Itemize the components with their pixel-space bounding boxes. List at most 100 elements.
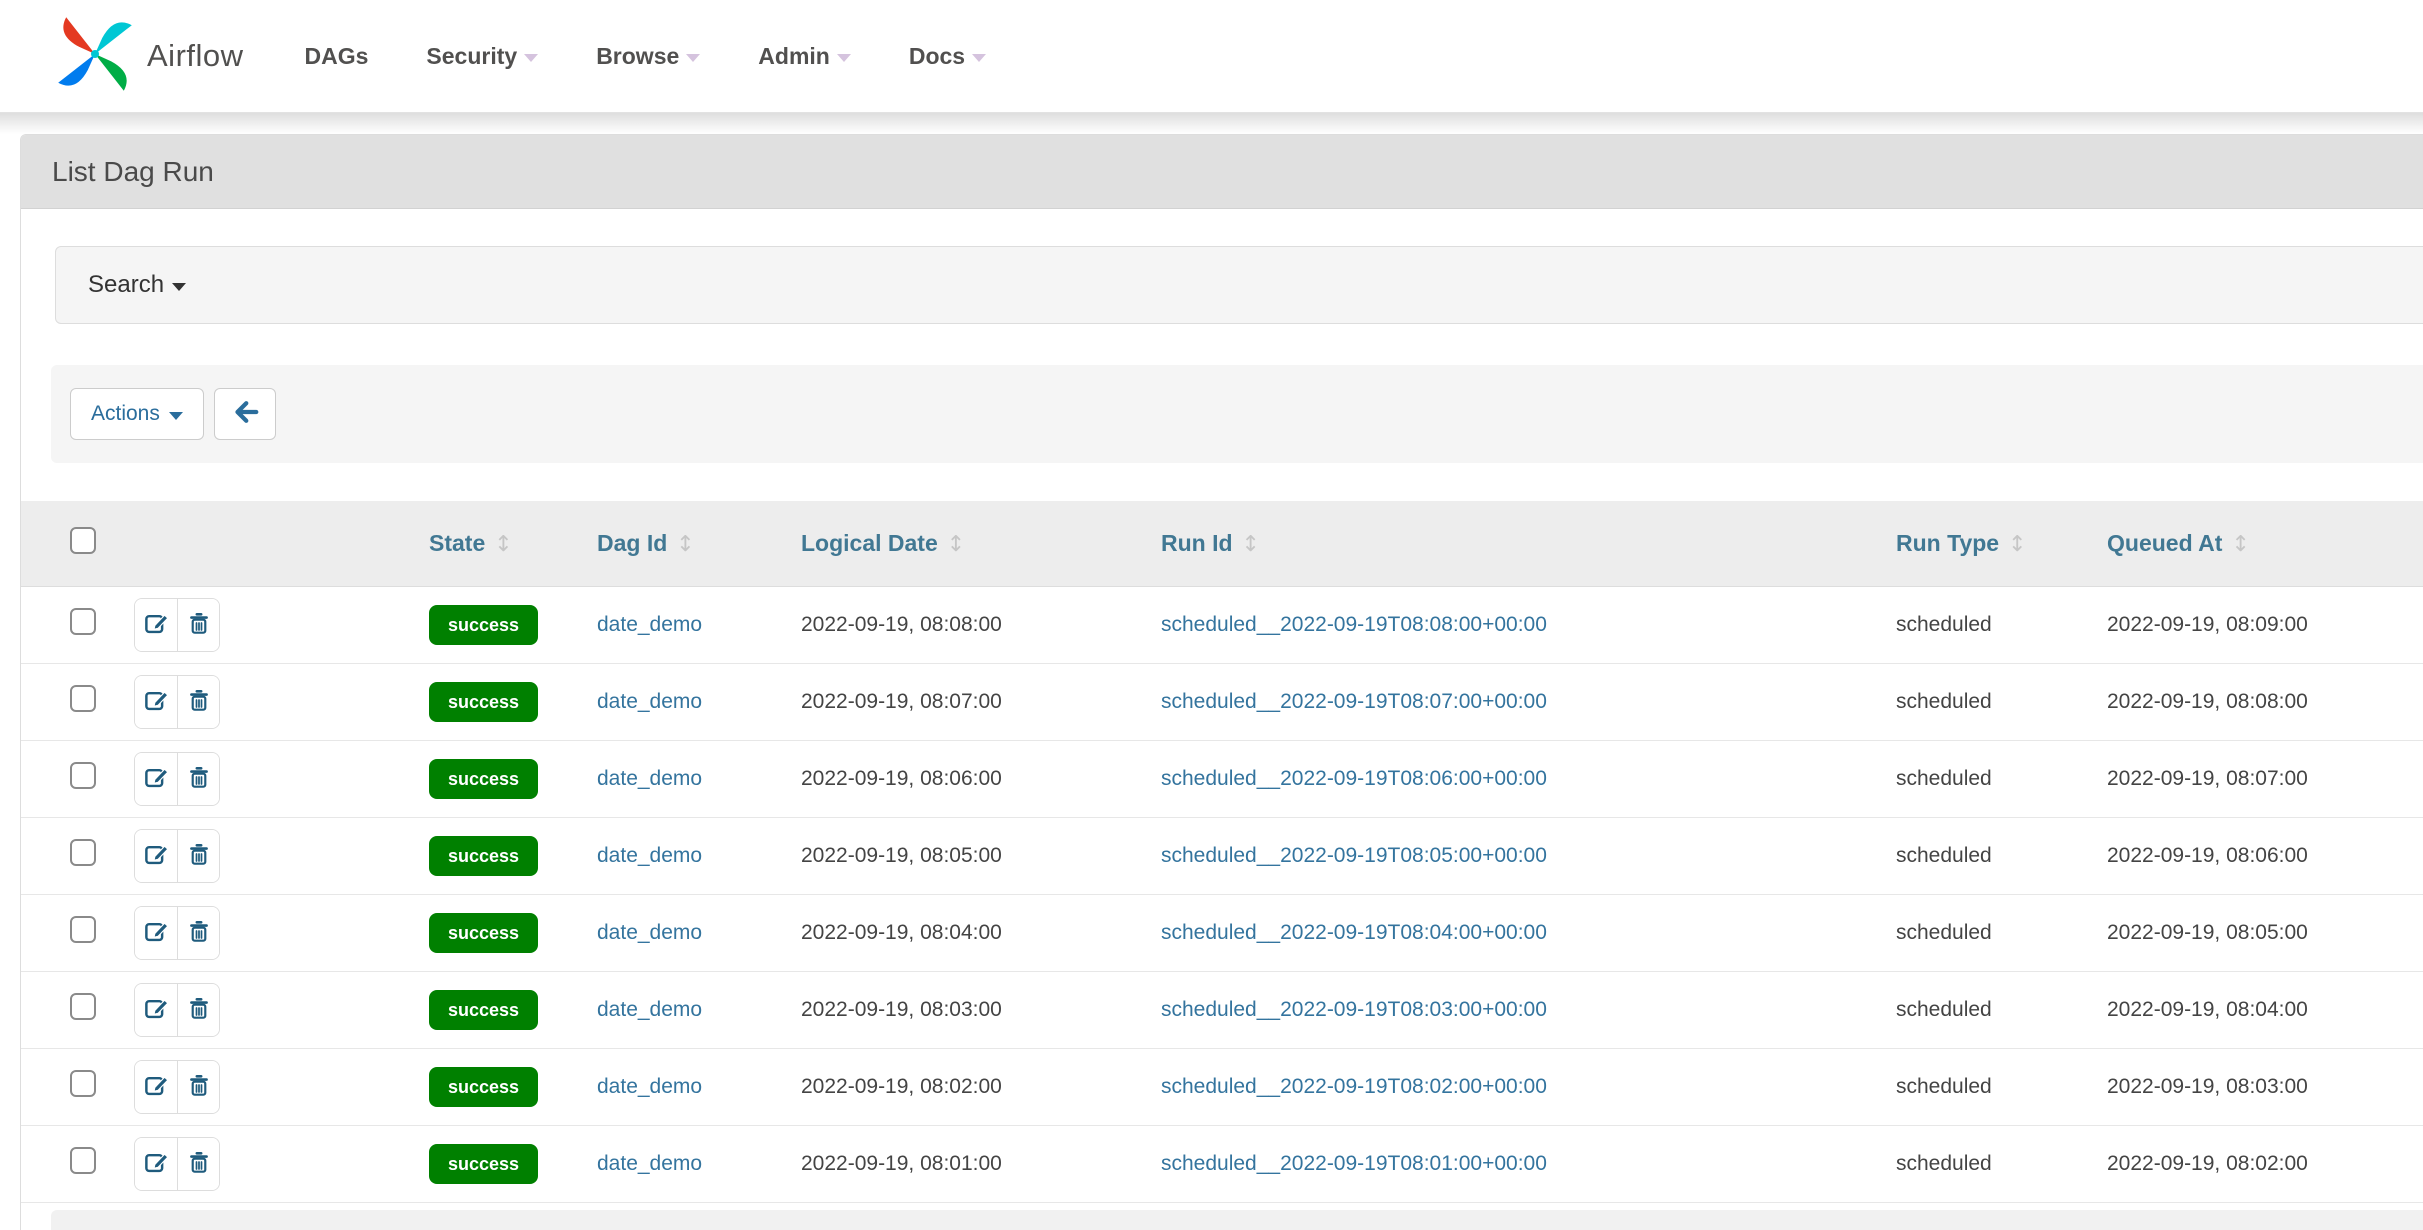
chevron-down-icon (524, 54, 538, 62)
nav-item-dags[interactable]: DAGs (276, 43, 398, 70)
row-checkbox[interactable] (70, 762, 96, 789)
sort-updown-icon[interactable]: ↕ (2231, 532, 2249, 557)
logical-date-value: 2022-09-19, 08:06:00 (801, 767, 1002, 790)
trash-icon (186, 918, 212, 948)
nav-menu: DAGs Security Browse Admin Docs (276, 43, 1016, 70)
dag-id-link[interactable]: date_demo (597, 1152, 702, 1175)
row-checkbox[interactable] (70, 1070, 96, 1097)
delete-button[interactable] (177, 676, 219, 728)
run-id-link[interactable]: scheduled__2022-09-19T08:02:00+00:00 (1161, 1075, 1547, 1098)
actions-label: Actions (91, 402, 160, 426)
logical-date-value: 2022-09-19, 08:07:00 (801, 690, 1002, 713)
delete-button[interactable] (177, 907, 219, 959)
actions-dropdown-button[interactable]: Actions (70, 388, 204, 440)
select-all-checkbox[interactable] (70, 527, 96, 554)
dag-id-link[interactable]: date_demo (597, 844, 702, 867)
queued-at-value: 2022-09-19, 08:05:00 (2107, 921, 2308, 944)
edit-button[interactable] (135, 753, 177, 805)
search-label: Search (88, 271, 164, 299)
trash-icon (186, 1072, 212, 1102)
column-header-dag_id[interactable]: Dag Id↕ (587, 501, 791, 586)
trash-icon (186, 687, 212, 717)
logical-date-value: 2022-09-19, 08:04:00 (801, 921, 1002, 944)
sort-updown-icon[interactable]: ↕ (494, 532, 512, 557)
dag-id-link[interactable]: date_demo (597, 690, 702, 713)
row-checkbox[interactable] (70, 916, 96, 943)
run-type-value: scheduled (1896, 1075, 1992, 1098)
airflow-brand[interactable]: Airflow (55, 14, 244, 99)
sort-updown-icon[interactable]: ↕ (947, 532, 965, 557)
row-action-group (134, 1060, 220, 1114)
header-actions-cell (133, 501, 419, 586)
edit-button[interactable] (135, 830, 177, 882)
edit-button[interactable] (135, 1061, 177, 1113)
run-id-link[interactable]: scheduled__2022-09-19T08:06:00+00:00 (1161, 767, 1547, 790)
column-header-logical_date[interactable]: Logical Date↕ (791, 501, 1151, 586)
logical-date-value: 2022-09-19, 08:05:00 (801, 844, 1002, 867)
nav-item-browse[interactable]: Browse (567, 43, 729, 70)
delete-button[interactable] (177, 753, 219, 805)
status-badge: success (429, 913, 538, 953)
column-header-run_id[interactable]: Run Id↕ (1151, 501, 1884, 586)
dag-id-link[interactable]: date_demo (597, 998, 702, 1021)
run-id-link[interactable]: scheduled__2022-09-19T08:03:00+00:00 (1161, 998, 1547, 1021)
sort-updown-icon[interactable]: ↕ (2008, 532, 2026, 557)
table-row: success date_demo 2022-09-19, 08:02:00 s… (21, 1048, 2423, 1125)
edit-button[interactable] (135, 676, 177, 728)
edit-button[interactable] (135, 984, 177, 1036)
run-id-link[interactable]: scheduled__2022-09-19T08:07:00+00:00 (1161, 690, 1547, 713)
delete-button[interactable] (177, 1138, 219, 1190)
edit-pencil-square-icon (143, 918, 170, 948)
status-badge: success (429, 1067, 538, 1107)
nav-item-admin[interactable]: Admin (729, 43, 880, 70)
delete-button[interactable] (177, 599, 219, 651)
edit-button[interactable] (135, 1138, 177, 1190)
navbar-shadow (0, 113, 2423, 134)
column-header-state[interactable]: State↕ (419, 501, 587, 586)
nav-item-docs[interactable]: Docs (880, 43, 1015, 70)
table-row: success date_demo 2022-09-19, 08:01:00 s… (21, 1125, 2423, 1202)
status-badge: success (429, 836, 538, 876)
edit-button[interactable] (135, 599, 177, 651)
run-id-link[interactable]: scheduled__2022-09-19T08:04:00+00:00 (1161, 921, 1547, 944)
nav-item-security[interactable]: Security (397, 43, 567, 70)
logical-date-value: 2022-09-19, 08:02:00 (801, 1075, 1002, 1098)
dag-id-link[interactable]: date_demo (597, 767, 702, 790)
status-badge: success (429, 605, 538, 645)
table-row: success date_demo 2022-09-19, 08:04:00 s… (21, 894, 2423, 971)
airflow-pinwheel-logo-icon (55, 14, 135, 99)
queued-at-value: 2022-09-19, 08:02:00 (2107, 1152, 2308, 1175)
sort-updown-icon[interactable]: ↕ (1242, 532, 1260, 557)
queued-at-value: 2022-09-19, 08:08:00 (2107, 690, 2308, 713)
run-id-link[interactable]: scheduled__2022-09-19T08:05:00+00:00 (1161, 844, 1547, 867)
search-filter-toggle[interactable]: Search (55, 246, 2423, 324)
column-header-run_type[interactable]: Run Type↕ (1884, 501, 2097, 586)
column-header-queued_at[interactable]: Queued At↕ (2097, 501, 2423, 586)
row-action-group (134, 675, 220, 729)
delete-button[interactable] (177, 1061, 219, 1113)
table-row: success date_demo 2022-09-19, 08:03:00 s… (21, 971, 2423, 1048)
table-row: success date_demo 2022-09-19, 08:05:00 s… (21, 817, 2423, 894)
delete-button[interactable] (177, 984, 219, 1036)
back-button[interactable] (214, 388, 276, 440)
page-title: List Dag Run (52, 156, 214, 188)
run-type-value: scheduled (1896, 921, 1992, 944)
dag-id-link[interactable]: date_demo (597, 921, 702, 944)
dag-id-link[interactable]: date_demo (597, 1075, 702, 1098)
row-checkbox[interactable] (70, 608, 96, 635)
row-checkbox[interactable] (70, 1147, 96, 1174)
row-checkbox[interactable] (70, 685, 96, 712)
queued-at-value: 2022-09-19, 08:04:00 (2107, 998, 2308, 1021)
row-checkbox[interactable] (70, 993, 96, 1020)
status-badge: success (429, 990, 538, 1030)
delete-button[interactable] (177, 830, 219, 882)
edit-pencil-square-icon (143, 995, 170, 1025)
dag-id-link[interactable]: date_demo (597, 613, 702, 636)
top-navbar: Airflow DAGs Security Browse Admin Docs (0, 0, 2423, 113)
edit-button[interactable] (135, 907, 177, 959)
row-checkbox[interactable] (70, 839, 96, 866)
run-id-link[interactable]: scheduled__2022-09-19T08:01:00+00:00 (1161, 1152, 1547, 1175)
sort-updown-icon[interactable]: ↕ (676, 532, 694, 557)
chevron-down-icon (686, 54, 700, 62)
run-id-link[interactable]: scheduled__2022-09-19T08:08:00+00:00 (1161, 613, 1547, 636)
